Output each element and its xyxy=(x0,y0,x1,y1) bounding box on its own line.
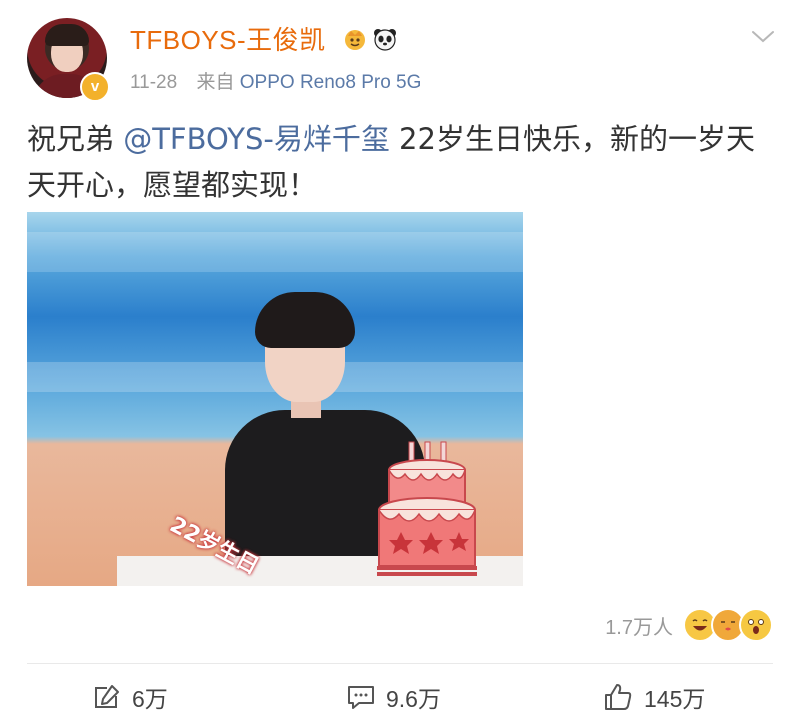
comment-button[interactable]: 9.6万 xyxy=(346,680,441,714)
post-content: 祝兄弟 @TFBOYS-易烊千玺 22岁生日快乐，新的一岁天天开心，愿望都实现！ xyxy=(27,116,767,208)
background-stripe xyxy=(27,232,523,272)
author-icons xyxy=(342,26,398,52)
repost-button[interactable]: 6万 xyxy=(92,680,168,714)
reactions-summary[interactable]: 1.7万人 xyxy=(605,608,773,642)
divider xyxy=(27,663,773,664)
repost-icon xyxy=(95,685,119,708)
mention-link[interactable]: @TFBOYS-易烊千玺 xyxy=(123,122,390,156)
crown-badge-icon[interactable] xyxy=(342,26,368,52)
post-time: 11-28 xyxy=(130,72,178,93)
content-prefix: 祝兄弟 xyxy=(27,122,124,156)
verified-badge-icon: v xyxy=(80,72,110,102)
surprised-emoji-icon xyxy=(739,608,773,642)
comment-count: 9.6万 xyxy=(386,686,441,712)
thumbs-up-icon xyxy=(605,684,632,710)
source-prefix: 来自 xyxy=(196,72,235,93)
person-hair xyxy=(255,292,355,348)
like-count: 145万 xyxy=(644,686,706,712)
post-image[interactable]: 22岁生日 xyxy=(27,212,523,586)
action-bar: 6万 9.6万 145万 xyxy=(0,672,800,722)
comment-icon xyxy=(348,686,374,709)
chevron-down-icon[interactable] xyxy=(748,22,778,52)
birthday-cake-icon xyxy=(375,440,479,580)
source-device[interactable]: OPPO Reno8 Pro 5G xyxy=(240,72,422,93)
repost-count: 6万 xyxy=(132,686,168,712)
reaction-count: 1.7万人 xyxy=(605,616,673,639)
author-name[interactable]: TFBOYS-王俊凯 xyxy=(130,24,326,56)
weibo-post: v TFBOYS-王俊凯 11-28 来自 OPPO Reno8 Pro 5G … xyxy=(0,0,800,726)
like-button[interactable]: 145万 xyxy=(602,680,705,714)
panda-icon[interactable] xyxy=(372,26,398,52)
post-meta: 11-28 来自 OPPO Reno8 Pro 5G xyxy=(130,70,421,96)
avatar-hair xyxy=(45,24,89,46)
